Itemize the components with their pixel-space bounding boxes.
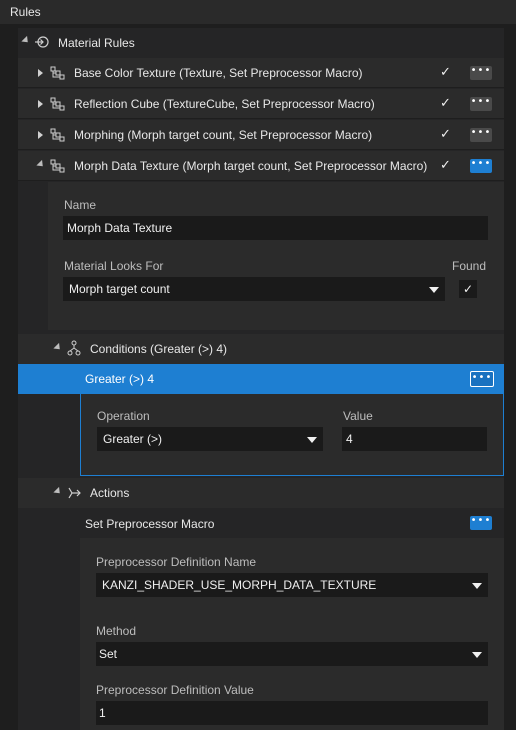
rule-row-morph-data-texture[interactable]: Morph Data Texture (Morph target count, … [18,151,504,181]
rule-more-button[interactable]: ••• [470,128,492,142]
actions-icon [68,487,81,499]
expand-chevron-icon[interactable] [53,486,63,497]
def-name-dropdown[interactable]: KANZI_SHADER_USE_MORPH_DATA_TEXTURE [96,573,488,597]
def-value-label: Preprocessor Definition Value [96,683,254,697]
rules-title: Rules [10,5,41,19]
rule-row-base-color-texture[interactable]: Base Color Texture (Texture, Set Preproc… [18,58,504,88]
def-name-value: KANZI_SHADER_USE_MORPH_DATA_TEXTURE [102,578,377,592]
conditions-row[interactable]: Conditions (Greater (>) 4) [18,334,504,364]
value-label: Value [343,409,373,423]
rule-more-button[interactable]: ••• [470,66,492,80]
action-more-button[interactable]: ••• [470,516,492,530]
looks-for-value: Morph target count [69,282,170,296]
rule-enabled-check[interactable]: ✓ [440,65,451,80]
rule-details-panel [48,182,504,330]
method-value: Set [99,647,118,661]
rule-enabled-check[interactable]: ✓ [440,127,451,142]
operation-label: Operation [97,409,150,423]
name-field[interactable]: Morph Data Texture [63,216,488,240]
chevron-down-icon [472,652,482,658]
actions-label: Actions [90,486,130,500]
material-rules-icon [35,36,49,48]
rule-label: Morphing (Morph target count, Set Prepro… [74,128,373,142]
rule-more-button[interactable]: ••• [470,159,492,173]
expand-chevron-icon[interactable] [36,159,46,170]
value-field[interactable]: 4 [342,427,487,451]
expand-chevron-icon[interactable] [38,100,43,108]
expand-chevron-icon[interactable] [53,342,63,353]
condition-more-button[interactable]: ••• [470,371,494,387]
rule-label: Reflection Cube (TextureCube, Set Prepro… [74,97,375,111]
looks-for-dropdown[interactable]: Morph target count [63,277,445,301]
method-dropdown[interactable]: Set [96,642,488,666]
name-label: Name [64,198,97,212]
conditions-label: Conditions (Greater (>) 4) [90,342,228,356]
expand-chevron-icon[interactable] [38,69,43,77]
chevron-down-icon [307,437,317,443]
rule-enabled-check[interactable]: ✓ [440,96,451,111]
method-label: Method [96,624,137,638]
action-item-label: Set Preprocessor Macro [85,517,215,531]
rule-icon [50,97,65,111]
found-checkbox[interactable]: ✓ [459,280,477,298]
material-rules-label: Material Rules [58,36,135,50]
rule-label: Morph Data Texture (Morph target count, … [74,159,428,173]
operation-dropdown[interactable]: Greater (>) [97,427,323,451]
rule-icon [50,66,65,80]
def-name-label: Preprocessor Definition Name [96,555,257,569]
rule-row-reflection-cube[interactable]: Reflection Cube (TextureCube, Set Prepro… [18,89,504,119]
operation-value: Greater (>) [103,432,163,446]
conditions-icon [67,340,81,356]
def-value-field[interactable]: 1 [96,701,488,725]
looks-for-label: Material Looks For [64,259,164,273]
condition-item-label: Greater (>) 4 [85,372,155,386]
condition-item-selected[interactable]: Greater (>) 4 ••• [18,364,504,394]
actions-row[interactable]: Actions [18,478,504,508]
rules-header: Rules [0,0,516,24]
material-rules-row[interactable]: Material Rules [18,28,504,56]
rule-enabled-check[interactable]: ✓ [440,158,451,173]
expand-chevron-icon[interactable] [38,131,43,139]
rule-icon [50,128,65,142]
action-item[interactable]: Set Preprocessor Macro ••• [18,508,504,538]
rule-more-button[interactable]: ••• [470,97,492,111]
rule-label: Base Color Texture (Texture, Set Preproc… [74,66,363,80]
chevron-down-icon [472,583,482,589]
rule-row-morphing[interactable]: Morphing (Morph target count, Set Prepro… [18,120,504,150]
expand-chevron-icon[interactable] [21,35,31,46]
chevron-down-icon [429,287,439,293]
rule-icon [50,159,65,173]
found-label: Found [452,259,487,273]
